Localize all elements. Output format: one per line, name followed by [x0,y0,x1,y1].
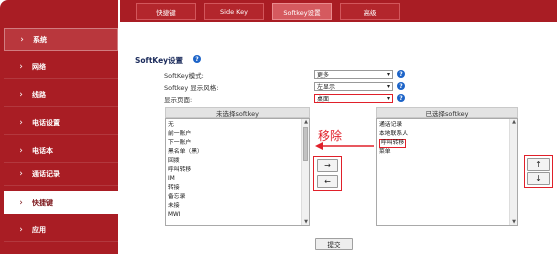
tab-advanced[interactable]: 高级 [340,3,400,20]
sidebar-item-label: 快捷键 [32,198,53,207]
select-value: 更多 [317,72,330,79]
display-page-select[interactable]: 桌面 ▾ [314,94,393,103]
display-style-select[interactable]: 左显示 ▾ [314,82,393,91]
list-item[interactable]: 未接 [168,202,180,211]
chevron-down-icon: ▾ [386,71,390,78]
sidebar-item-label: 通话记录 [32,170,60,178]
list-item[interactable]: 回拨 [168,157,180,166]
softkey-mode-select[interactable]: 更多 ▾ [314,70,393,79]
submit-button[interactable]: 提交 [315,238,353,250]
add-button[interactable]: → [317,159,338,172]
move-down-button[interactable]: ↓ [527,172,550,185]
list-item-selected[interactable]: 呼叫转移 [379,139,407,148]
sidebar-item-phonebook[interactable]: › 电话本 [4,140,118,163]
display-page-label: 显示页面: [164,96,193,104]
chevron-right-icon: › [20,34,24,45]
selected-list-header: 已选择softkey [376,107,518,118]
list-item[interactable]: 转接 [168,184,180,193]
softkey-mode-label: SoftKey模式: [164,72,204,80]
chevron-right-icon: › [19,62,23,72]
chevron-right-icon: › [19,169,23,179]
list-item[interactable]: MWI [168,211,180,220]
tab-shortcuts[interactable]: 快捷键 [136,3,196,20]
tab-softkey-settings[interactable]: Softkey设置 [272,3,332,20]
annotation-arrow-icon [315,142,374,150]
list-item[interactable]: 呼叫转移 [168,166,191,175]
remove-button[interactable]: ← [317,175,338,188]
sidebar-item-label: 电话设置 [32,119,60,127]
display-style-label: Softkey 显示风格: [164,84,219,92]
unselected-softkey-list[interactable]: 无 前一账户 下一账户 黑名单（黑） 回拨 呼叫转移 IM 转接 备忘录 未接 … [165,118,310,226]
sidebar-item-lines[interactable]: › 线路 [4,84,118,107]
sidebar-item-label: 应用 [32,226,46,234]
scroll-up-icon[interactable]: ▲ [510,119,518,125]
sidebar-item-call-log[interactable]: › 通话记录 [4,163,118,186]
move-up-button[interactable]: ↑ [527,158,550,171]
chevron-right-icon: › [19,90,23,100]
sidebar-item-system[interactable]: › 系统 [4,28,118,51]
chevron-right-icon: › [19,146,23,156]
select-value: 左显示 [317,84,336,91]
selected-softkey-list[interactable]: 通话记录 本地联系人 呼叫转移 菜单 ▲ ▼ [376,118,518,226]
list-item[interactable]: IM [168,175,175,184]
chevron-down-icon: ▾ [386,95,390,102]
sidebar: › 系统 › 网络 › 线路 › 电话设置 › 电话本 › 通话记录 › 快捷键… [0,0,118,254]
list-item[interactable]: 下一账户 [168,139,191,148]
list-item[interactable]: 无 [168,121,174,130]
sidebar-item-phone-settings[interactable]: › 电话设置 [4,112,118,135]
sidebar-item-label: 网络 [32,63,46,71]
chevron-right-icon: › [19,225,23,235]
sidebar-item-apps[interactable]: › 应用 [4,219,118,242]
sidebar-item-network[interactable]: › 网络 [4,56,118,79]
list-item[interactable]: 通话记录 [379,121,402,130]
chevron-down-icon: ▾ [386,83,390,90]
help-icon[interactable]: ? [397,82,405,90]
tab-side-key[interactable]: Side Key [204,3,264,20]
sidebar-item-label: 系统 [33,35,47,44]
scroll-up-icon[interactable]: ▲ [302,119,310,125]
scroll-down-icon[interactable]: ▼ [510,219,518,225]
help-icon[interactable]: ? [397,94,405,102]
sidebar-item-label: 电话本 [32,147,53,155]
select-value: 桌面 [317,96,330,103]
unselected-list-header: 未选择softkey [165,107,310,118]
scroll-down-icon[interactable]: ▼ [302,219,310,225]
scrollbar[interactable]: ▲ ▼ [509,119,517,225]
list-item[interactable]: 菜单 [379,148,391,157]
scroll-thumb[interactable] [303,127,308,161]
list-item[interactable]: 备忘录 [168,193,185,202]
sidebar-item-label: 线路 [32,91,46,99]
chevron-right-icon: › [19,118,23,128]
chevron-right-icon: › [19,197,23,208]
list-item[interactable]: 黑名单（黑） [168,148,203,157]
help-icon[interactable]: ? [397,70,405,78]
section-title: SoftKey设置 [135,56,184,65]
info-icon[interactable]: ? [193,55,201,63]
sidebar-item-shortcuts[interactable]: › 快捷键 [4,191,118,214]
list-item[interactable]: 本地联系人 [379,130,408,139]
scrollbar[interactable]: ▲ ▼ [301,119,309,225]
list-item[interactable]: 前一账户 [168,130,191,139]
